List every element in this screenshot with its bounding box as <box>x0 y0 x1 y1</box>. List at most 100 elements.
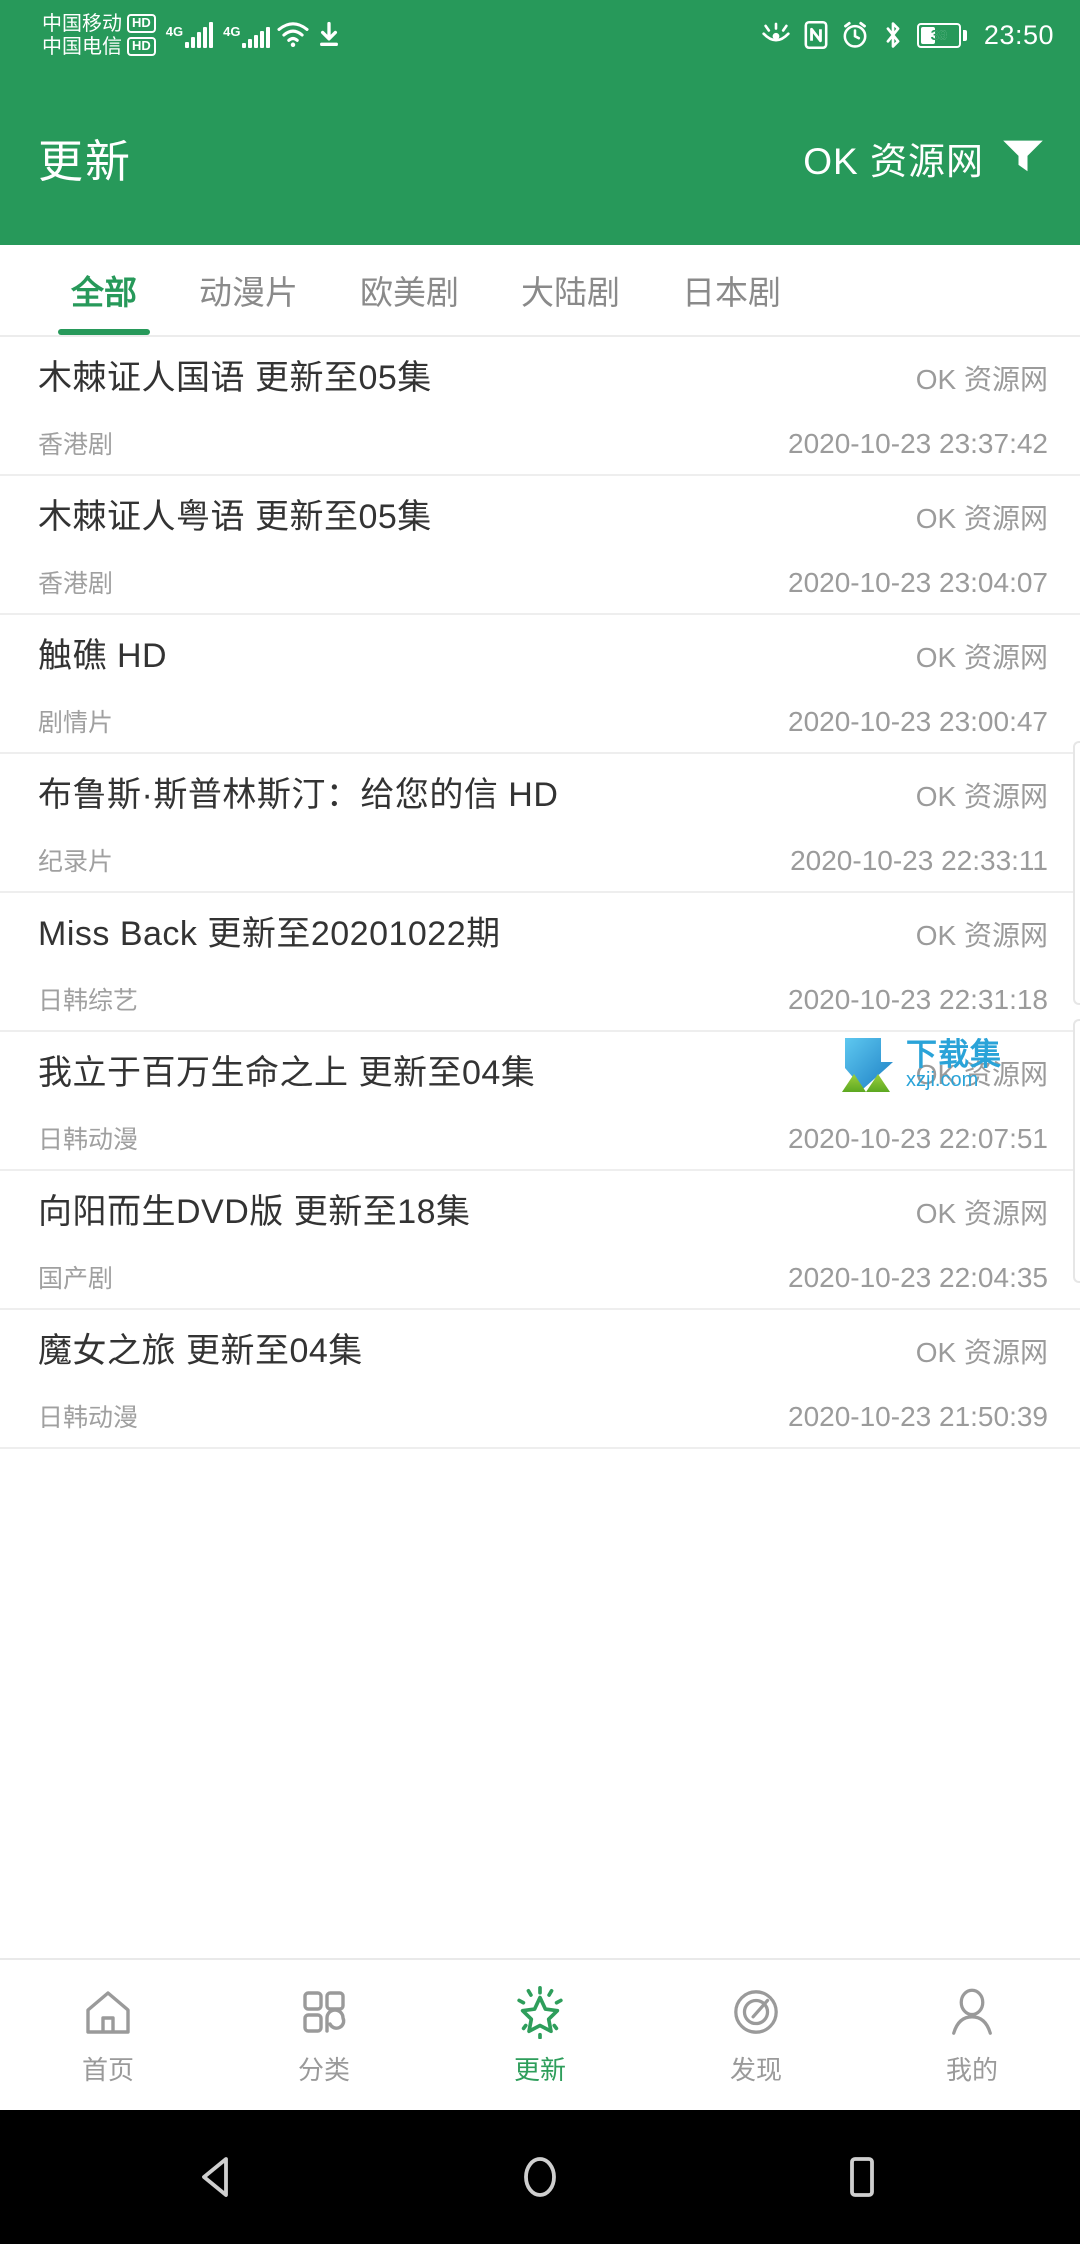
tab-label: 大陆剧 <box>521 274 620 311</box>
list-item[interactable]: 木棘证人国语 更新至05集 OK 资源网 香港剧 2020-10-23 23:3… <box>0 337 1080 476</box>
nav-label: 发现 <box>729 2055 782 2085</box>
battery-icon: 39 <box>916 22 967 48</box>
page-title: 更新 <box>38 136 133 187</box>
status-bar-left: 中国移动 HD 中国电信 HD 4G 4G <box>42 14 342 57</box>
nav-item-discover[interactable]: 发现 <box>648 1960 864 2110</box>
item-category: 剧情片 <box>38 709 114 737</box>
item-title: 木棘证人粤语 更新至05集 <box>38 498 432 536</box>
status-bar-right: 39 23:50 <box>761 20 1054 51</box>
list-item[interactable]: 触礁 HD OK 资源网 剧情片 2020-10-23 23:00:47 <box>0 615 1080 754</box>
filter-icon <box>1000 137 1046 178</box>
list-item[interactable]: 魔女之旅 更新至04集 OK 资源网 日韩动漫 2020-10-23 21:50… <box>0 1310 1080 1449</box>
battery-percent: 39 <box>930 26 948 44</box>
carrier-name: 中国移动 <box>42 12 122 35</box>
item-source: OK 资源网 <box>915 920 1048 951</box>
nav-label: 更新 <box>513 2055 566 2085</box>
eye-comfort-icon <box>761 22 791 48</box>
home-circle-icon[interactable] <box>514 2151 566 2203</box>
tab-label: 日本剧 <box>682 274 781 311</box>
hd-badge: HD <box>127 36 156 57</box>
item-time: 2020-10-23 22:07:51 <box>788 1123 1048 1154</box>
signal-group-1: 4G <box>165 22 214 48</box>
tab-japanese-drama[interactable]: 日本剧 <box>651 245 812 335</box>
scrollbar[interactable] <box>1073 1019 1080 1283</box>
nav-item-mine[interactable]: 我的 <box>864 1960 1080 2110</box>
category-tabs[interactable]: 全部 动漫片 欧美剧 大陆剧 日本剧 <box>0 245 1080 337</box>
item-source: OK 资源网 <box>915 364 1048 395</box>
alarm-icon <box>841 21 869 49</box>
update-list[interactable]: 木棘证人国语 更新至05集 OK 资源网 香港剧 2020-10-23 23:3… <box>0 337 1080 1958</box>
nav-item-category[interactable]: 分类 <box>216 1960 432 2110</box>
home-icon <box>82 1983 134 2041</box>
hd-badge: HD <box>127 13 156 34</box>
item-source: OK 资源网 <box>915 642 1048 673</box>
carrier-row: 中国移动 HD <box>42 14 156 34</box>
item-title: 触礁 HD <box>38 637 168 675</box>
tab-anime[interactable]: 动漫片 <box>168 245 329 335</box>
item-title: 我立于百万生命之上 更新至04集 <box>38 1054 536 1092</box>
tab-mainland-drama[interactable]: 大陆剧 <box>490 245 651 335</box>
grid-icon <box>300 1983 348 2041</box>
list-item[interactable]: 布鲁斯·斯普林斯汀：给您的信 HD OK 资源网 纪录片 2020-10-23 … <box>0 754 1080 893</box>
list-item[interactable]: Miss Back 更新至20201022期 OK 资源网 日韩综艺 2020-… <box>0 893 1080 1032</box>
item-category: 日韩动漫 <box>38 1126 139 1154</box>
star-icon <box>513 1983 567 2041</box>
app-header: 更新 OK 资源网 <box>0 70 1080 245</box>
item-category: 香港剧 <box>38 570 114 598</box>
item-time: 2020-10-23 22:33:11 <box>790 845 1048 876</box>
person-icon <box>947 1983 997 2041</box>
tab-label: 全部 <box>71 274 137 311</box>
scrollbar[interactable] <box>1073 741 1080 1005</box>
item-category: 日韩动漫 <box>38 1404 139 1432</box>
tab-western-drama[interactable]: 欧美剧 <box>329 245 490 335</box>
tab-label: 欧美剧 <box>360 274 459 311</box>
nav-label: 分类 <box>297 2055 350 2085</box>
status-bar: 中国移动 HD 中国电信 HD 4G 4G 39 23:50 <box>0 0 1080 70</box>
item-source: OK 资源网 <box>915 1337 1048 1368</box>
tab-all[interactable]: 全部 <box>40 245 168 335</box>
network-gen-label: 4G <box>223 24 241 39</box>
status-bar-clock: 23:50 <box>983 19 1054 50</box>
item-title: 魔女之旅 更新至04集 <box>38 1332 363 1370</box>
signal-bars-icon <box>242 22 271 48</box>
download-icon <box>316 21 342 49</box>
item-source: OK 资源网 <box>915 1198 1048 1229</box>
nav-item-update[interactable]: 更新 <box>432 1960 648 2110</box>
item-title: Miss Back 更新至20201022期 <box>38 915 501 953</box>
bluetooth-icon <box>882 21 904 49</box>
back-triangle-icon[interactable] <box>192 2151 244 2203</box>
item-category: 国产剧 <box>38 1265 114 1293</box>
bottom-navigation[interactable]: 首页 分类 更新 发现 我的 <box>0 1958 1080 2110</box>
nav-item-home[interactable]: 首页 <box>0 1960 216 2110</box>
compass-icon <box>731 1983 781 2041</box>
nav-label: 首页 <box>81 2055 134 2085</box>
item-time: 2020-10-23 22:31:18 <box>788 984 1048 1015</box>
tab-label: 动漫片 <box>199 274 298 311</box>
item-time: 2020-10-23 21:50:39 <box>788 1401 1048 1432</box>
android-navigation-bar[interactable] <box>0 2110 1080 2244</box>
item-category: 香港剧 <box>38 431 114 459</box>
item-source: OK 资源网 <box>915 1059 1048 1090</box>
item-time: 2020-10-23 23:04:07 <box>788 567 1048 598</box>
item-title: 木棘证人国语 更新至05集 <box>38 359 432 397</box>
item-category: 纪录片 <box>38 848 114 876</box>
nav-label: 我的 <box>945 2055 998 2085</box>
item-time: 2020-10-23 22:04:35 <box>788 1262 1048 1293</box>
item-time: 2020-10-23 23:37:42 <box>788 428 1048 459</box>
source-selector-label: OK 资源网 <box>803 140 984 182</box>
recents-square-icon[interactable] <box>836 2151 888 2203</box>
source-selector[interactable]: OK 资源网 <box>803 131 1046 185</box>
signal-bars-icon <box>185 22 214 48</box>
network-gen-label: 4G <box>165 24 184 39</box>
signal-group-2: 4G <box>223 22 271 48</box>
item-title: 向阳而生DVD版 更新至18集 <box>38 1193 471 1231</box>
list-item[interactable]: 向阳而生DVD版 更新至18集 OK 资源网 国产剧 2020-10-23 22… <box>0 1171 1080 1310</box>
item-source: OK 资源网 <box>915 503 1048 534</box>
carrier-info: 中国移动 HD 中国电信 HD <box>42 14 156 57</box>
wifi-icon <box>276 21 310 49</box>
list-item[interactable]: 木棘证人粤语 更新至05集 OK 资源网 香港剧 2020-10-23 23:0… <box>0 476 1080 615</box>
list-item[interactable]: 我立于百万生命之上 更新至04集 OK 资源网 日韩动漫 2020-10-23 … <box>0 1032 1080 1171</box>
carrier-name: 中国电信 <box>42 35 122 58</box>
nfc-icon <box>804 21 828 49</box>
item-source: OK 资源网 <box>915 781 1048 812</box>
